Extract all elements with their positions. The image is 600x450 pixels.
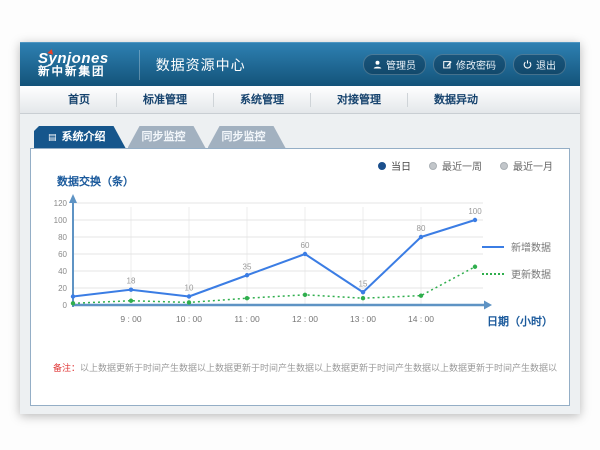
nav-item-home[interactable]: 首页 bbox=[42, 93, 116, 107]
filter-option-last-week[interactable]: 最近一周 bbox=[429, 158, 482, 173]
user-button[interactable]: 管理员 bbox=[363, 54, 426, 75]
legend-line-dotted-icon bbox=[482, 273, 504, 275]
legend-item-updated-data[interactable]: 更新数据 bbox=[482, 266, 551, 281]
svg-text:60: 60 bbox=[301, 241, 310, 250]
user-button-label: 管理员 bbox=[386, 57, 416, 72]
legend-item-new-data[interactable]: 新增数据 bbox=[482, 239, 551, 254]
radio-icon bbox=[429, 162, 437, 170]
logo-accent-icon bbox=[47, 48, 54, 55]
tab-label: 同步监控 bbox=[222, 126, 266, 148]
chart-panel: 当日 最近一周 最近一月 数据交换（条） 0 20 40 60 80 100 120 9 : … bbox=[30, 148, 570, 406]
svg-text:15: 15 bbox=[359, 279, 368, 288]
change-password-label: 修改密码 bbox=[456, 57, 496, 72]
power-icon bbox=[523, 60, 532, 69]
svg-text:40: 40 bbox=[58, 267, 67, 276]
tab-sync-monitor-2[interactable]: 同步监控 bbox=[208, 126, 286, 148]
nav-item-standard-mgmt[interactable]: 标准管理 bbox=[116, 93, 213, 107]
app-window: Synjones 新中新集团 数据资源中心 管理员 修改密码 退出 首页 标准管… bbox=[20, 42, 580, 414]
y-axis-title: 数据交换（条） bbox=[57, 173, 134, 189]
radio-icon bbox=[378, 162, 386, 170]
main-nav: 首页 标准管理 系统管理 对接管理 数据异动 bbox=[20, 86, 580, 114]
tab-sync-monitor-1[interactable]: 同步监控 bbox=[128, 126, 206, 148]
filter-label: 当日 bbox=[391, 158, 411, 173]
svg-text:12 : 00: 12 : 00 bbox=[292, 314, 318, 324]
svg-text:18: 18 bbox=[127, 277, 136, 286]
svg-text:9 : 00: 9 : 00 bbox=[120, 314, 142, 324]
legend-label: 更新数据 bbox=[511, 266, 551, 281]
svg-text:20: 20 bbox=[58, 284, 67, 293]
user-icon bbox=[373, 60, 382, 69]
page-title: 数据资源中心 bbox=[139, 50, 246, 80]
svg-text:100: 100 bbox=[468, 207, 482, 216]
line-chart: 0 20 40 60 80 100 120 9 : 00 10 : 00 11 : 00 12 : … bbox=[41, 193, 511, 343]
radio-icon bbox=[500, 162, 508, 170]
nav-item-system-mgmt[interactable]: 系统管理 bbox=[213, 93, 310, 107]
svg-text:14 : 00: 14 : 00 bbox=[408, 314, 434, 324]
nav-item-interface-mgmt[interactable]: 对接管理 bbox=[310, 93, 407, 107]
change-password-button[interactable]: 修改密码 bbox=[433, 54, 506, 75]
user-menu: 管理员 修改密码 退出 bbox=[363, 54, 566, 75]
logo-subtext: 新中新集团 bbox=[38, 66, 109, 78]
svg-text:35: 35 bbox=[243, 262, 252, 271]
brand-logo: Synjones 新中新集团 bbox=[38, 51, 125, 79]
tab-label: 同步监控 bbox=[142, 126, 186, 148]
document-icon: ▤ bbox=[48, 133, 57, 142]
logout-button[interactable]: 退出 bbox=[513, 54, 566, 75]
svg-text:120: 120 bbox=[54, 199, 68, 208]
nav-item-data-change[interactable]: 数据异动 bbox=[407, 93, 504, 107]
edit-icon bbox=[443, 60, 452, 69]
tab-label: 系统介绍 bbox=[62, 126, 106, 148]
svg-text:60: 60 bbox=[58, 250, 67, 259]
time-range-filter: 当日 最近一周 最近一月 bbox=[378, 158, 553, 173]
legend-label: 新增数据 bbox=[511, 239, 551, 254]
svg-text:10: 10 bbox=[185, 284, 194, 293]
filter-option-today[interactable]: 当日 bbox=[378, 158, 411, 173]
footnote-prefix: 备注： bbox=[53, 363, 80, 373]
svg-text:100: 100 bbox=[54, 216, 68, 225]
logout-label: 退出 bbox=[536, 57, 556, 72]
tab-row: ▤ 系统介绍 同步监控 同步监控 bbox=[34, 126, 570, 148]
svg-text:0: 0 bbox=[63, 301, 68, 310]
content-area: ▤ 系统介绍 同步监控 同步监控 当日 最近一周 bbox=[20, 114, 580, 414]
tab-system-intro[interactable]: ▤ 系统介绍 bbox=[34, 126, 126, 148]
svg-text:80: 80 bbox=[58, 233, 67, 242]
svg-text:11 : 00: 11 : 00 bbox=[234, 314, 260, 324]
app-header: Synjones 新中新集团 数据资源中心 管理员 修改密码 退出 bbox=[20, 42, 580, 86]
x-axis-title: 日期（小时） bbox=[487, 313, 553, 329]
svg-text:13 : 00: 13 : 00 bbox=[350, 314, 376, 324]
svg-text:80: 80 bbox=[417, 224, 426, 233]
footnote-text: 以上数据更新于时间产生数据以上数据更新于时间产生数据以上数据更新于时间产生数据以… bbox=[80, 363, 557, 373]
filter-label: 最近一月 bbox=[513, 158, 553, 173]
filter-label: 最近一周 bbox=[442, 158, 482, 173]
svg-text:10 : 00: 10 : 00 bbox=[176, 314, 202, 324]
chart-legend: 新增数据 更新数据 bbox=[482, 239, 551, 281]
footnote: 备注：以上数据更新于时间产生数据以上数据更新于时间产生数据以上数据更新于时间产生… bbox=[53, 361, 557, 374]
legend-line-solid-icon bbox=[482, 246, 504, 248]
filter-option-last-month[interactable]: 最近一月 bbox=[500, 158, 553, 173]
